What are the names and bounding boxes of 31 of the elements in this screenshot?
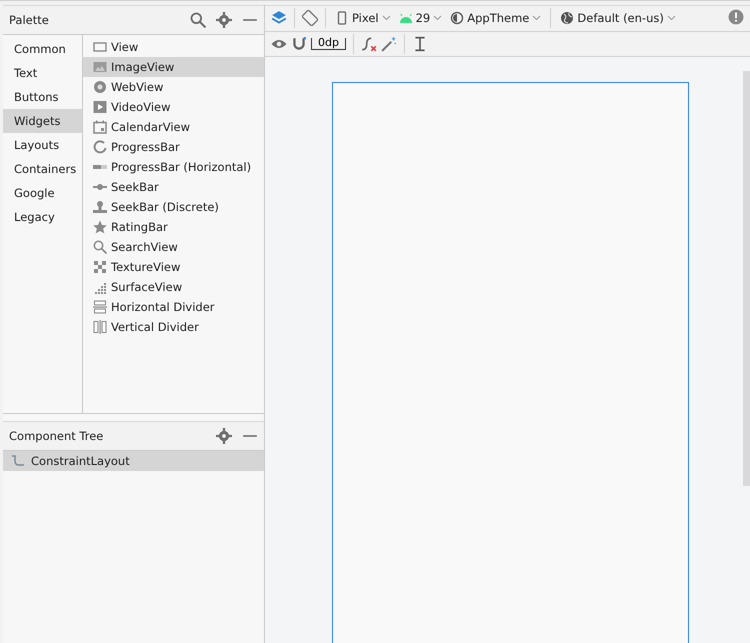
widget-item[interactable]: ProgressBar (Horizontal)	[83, 157, 264, 177]
category-item[interactable]: Widgets	[3, 109, 82, 133]
widget-item[interactable]: RatingBar	[83, 217, 264, 237]
widget-item[interactable]: View	[83, 37, 264, 57]
api-dropdown[interactable]: 29	[396, 11, 444, 26]
widget-item[interactable]: Vertical Divider	[83, 317, 264, 337]
category-item[interactable]: Common	[3, 37, 82, 61]
category-item[interactable]: Text	[3, 61, 82, 85]
widget-item[interactable]: ImageView	[83, 57, 264, 77]
category-item[interactable]: Legacy	[3, 205, 82, 229]
widget-item[interactable]: SeekBar (Discrete)	[83, 197, 264, 217]
tree-item[interactable]: ConstraintLayout	[3, 451, 264, 471]
widget-item[interactable]: ProgressBar	[83, 137, 264, 157]
widget-item[interactable]: SearchView	[83, 237, 264, 257]
widget-item[interactable]: SeekBar	[83, 177, 264, 197]
panel-title: Component Tree	[9, 429, 104, 443]
locale-dropdown[interactable]: Default (en-us)	[558, 11, 678, 26]
theme-dropdown[interactable]: AppTheme	[448, 11, 544, 26]
panel-title: Palette	[9, 13, 50, 27]
widget-item[interactable]: TextureView	[83, 257, 264, 277]
category-item[interactable]: Layouts	[3, 133, 82, 157]
category-item[interactable]: Containers	[3, 157, 82, 181]
widget-item[interactable]: VideoView	[83, 97, 264, 117]
widget-item[interactable]: WebView	[83, 77, 264, 97]
category-item[interactable]: Google	[3, 181, 82, 205]
widget-item[interactable]: CalendarView	[83, 117, 264, 137]
category-item[interactable]: Buttons	[3, 85, 82, 109]
widget-item[interactable]: SurfaceView	[83, 277, 264, 297]
margin-button[interactable]: 0dp	[311, 38, 346, 50]
device-dropdown[interactable]: Pixel	[333, 11, 393, 26]
widget-item[interactable]: Horizontal Divider	[83, 297, 264, 317]
